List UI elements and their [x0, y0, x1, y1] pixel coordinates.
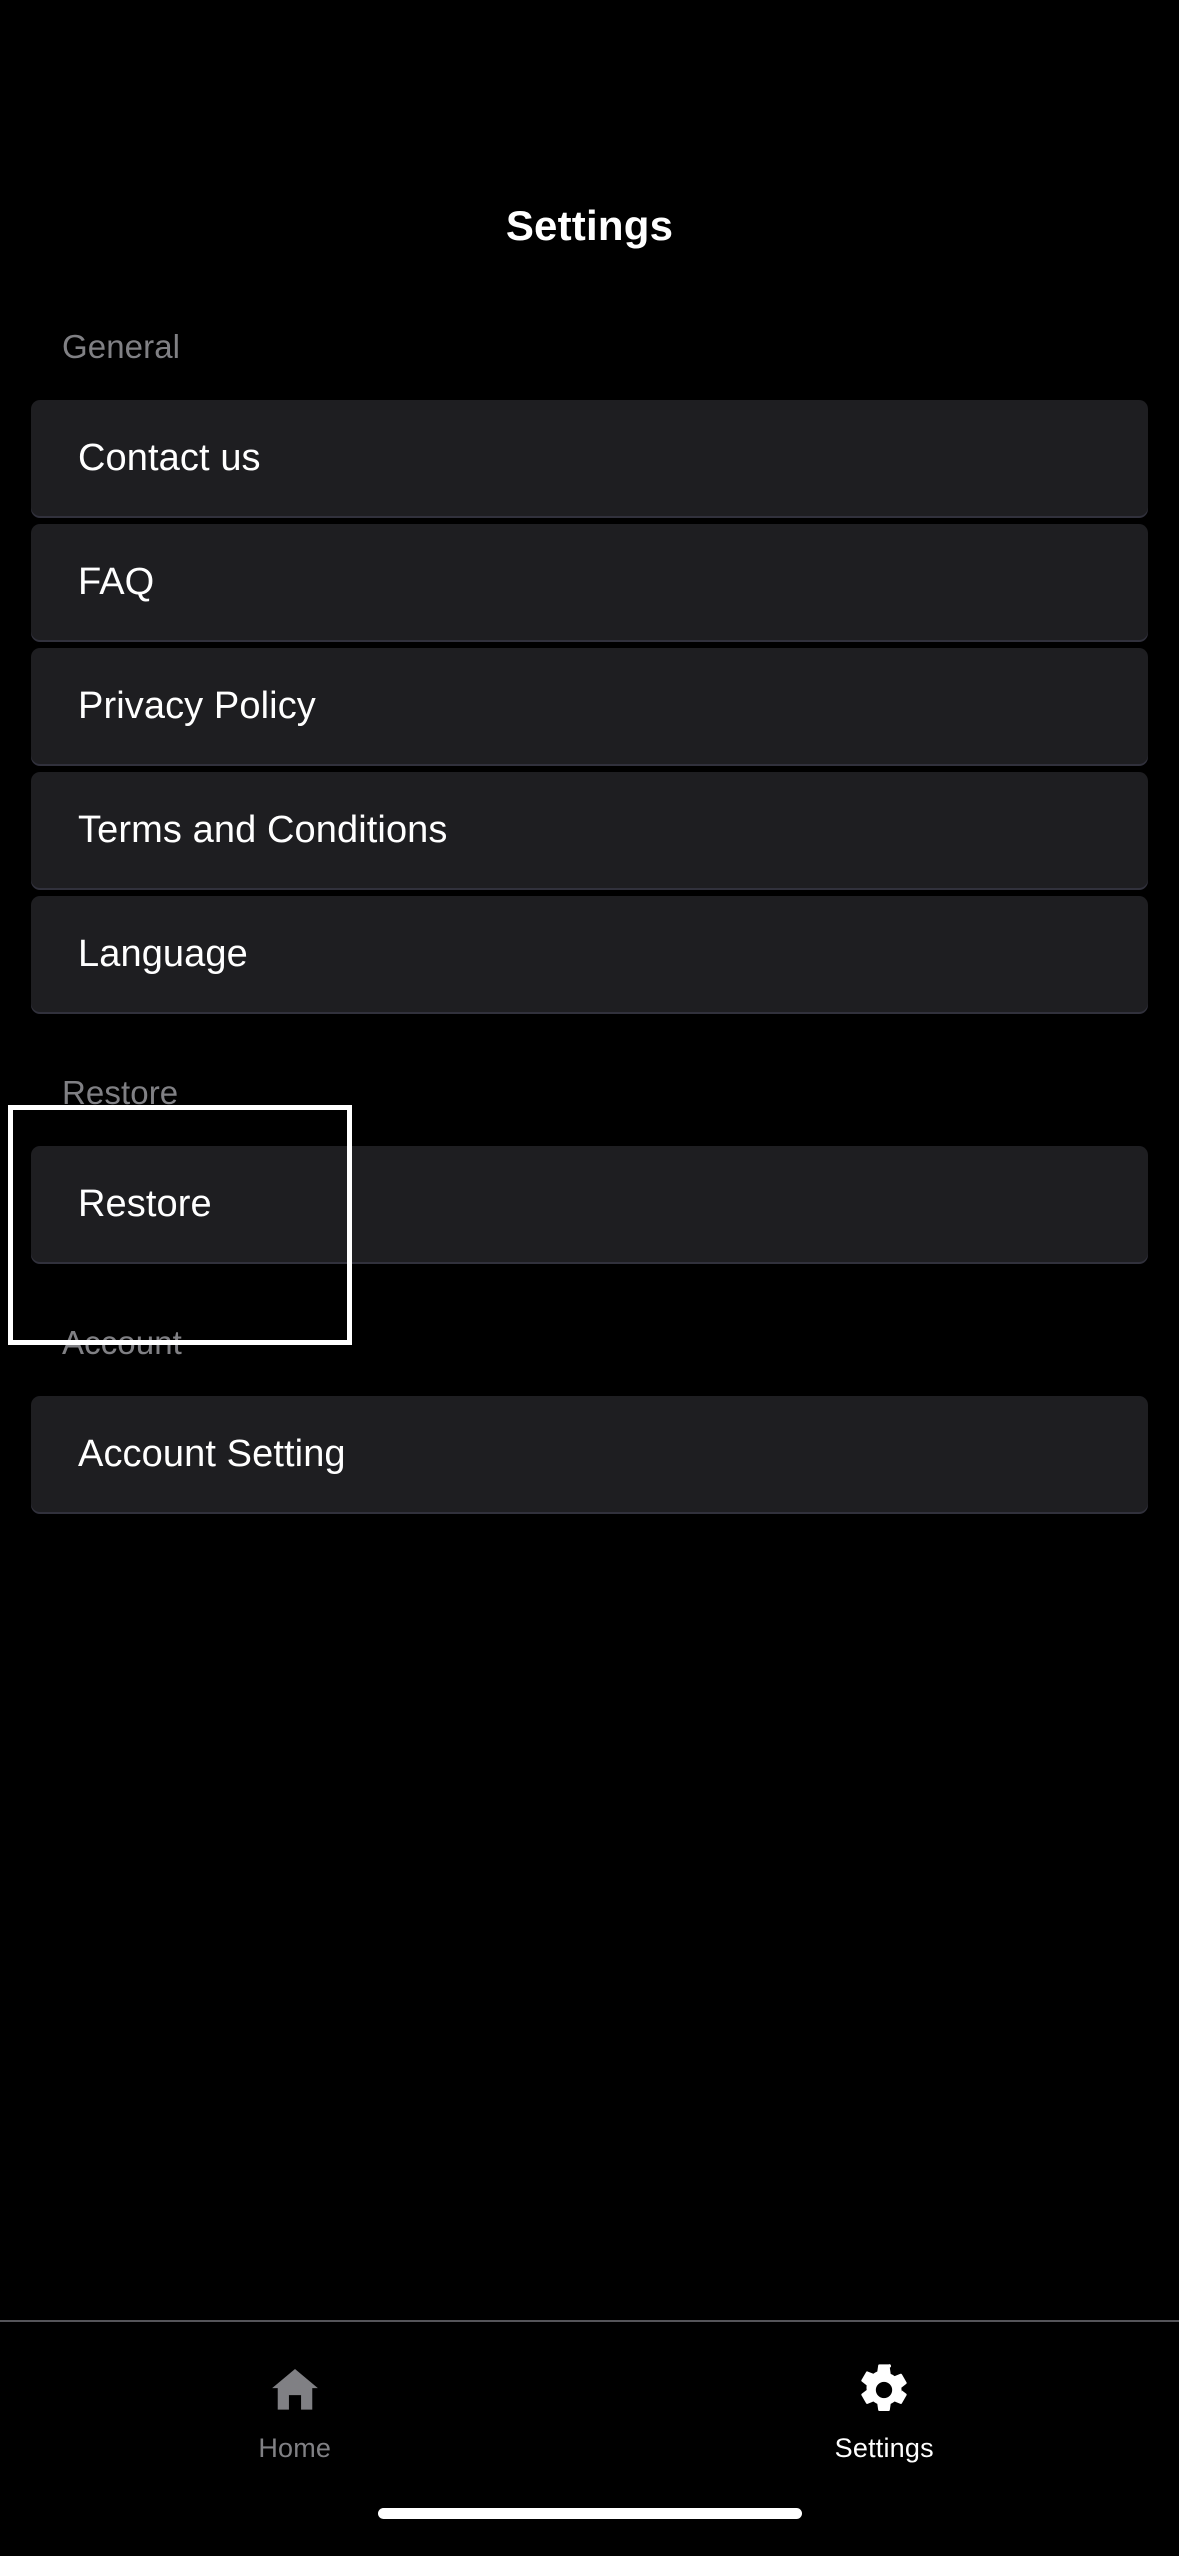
settings-screen: Settings General Contact us FAQ Privacy …	[0, 0, 1179, 2556]
section-header-general: General	[62, 328, 181, 365]
settings-row-label: Contact us	[78, 437, 261, 479]
settings-row-terms-and-conditions[interactable]: Terms and Conditions	[31, 772, 1148, 888]
settings-row-label: Terms and Conditions	[78, 809, 448, 851]
settings-row-contact-us[interactable]: Contact us	[31, 400, 1148, 516]
gear-icon	[856, 2362, 912, 2418]
settings-row-account-setting[interactable]: Account Setting	[31, 1396, 1148, 1512]
card-group-restore: Restore	[31, 1146, 1148, 1262]
settings-row-faq[interactable]: FAQ	[31, 524, 1148, 640]
home-indicator	[377, 2508, 802, 2519]
card-group-general: Contact us FAQ Privacy Policy Terms and …	[31, 400, 1148, 1012]
page-title: Settings	[505, 202, 674, 249]
tab-settings[interactable]: Settings	[590, 2322, 1179, 2556]
section-header-account: Account	[62, 1324, 182, 1361]
settings-row-label: Language	[78, 933, 248, 975]
settings-content: General Contact us FAQ Privacy Policy Te…	[0, 330, 1179, 1512]
tab-home[interactable]: Home	[0, 2322, 590, 2556]
tab-label-home: Home	[258, 2433, 332, 2463]
settings-row-label: Account Setting	[78, 1433, 346, 1475]
settings-row-label: Privacy Policy	[78, 685, 316, 727]
settings-row-label: FAQ	[78, 561, 155, 603]
tab-label-settings: Settings	[834, 2433, 934, 2463]
settings-row-privacy-policy[interactable]: Privacy Policy	[31, 648, 1148, 764]
section-header-restore: Restore	[62, 1074, 179, 1111]
settings-row-restore[interactable]: Restore	[31, 1146, 1148, 1262]
settings-row-label: Restore	[78, 1183, 212, 1225]
card-group-account: Account Setting	[31, 1396, 1148, 1512]
home-icon	[267, 2362, 323, 2418]
bottom-tab-bar: Home Settings	[0, 2322, 1179, 2556]
settings-row-language[interactable]: Language	[31, 896, 1148, 1012]
section-restore: Restore Restore	[0, 1076, 1179, 1262]
section-general: General Contact us FAQ Privacy Policy Te…	[0, 330, 1179, 1012]
section-account: Account Account Setting	[0, 1326, 1179, 1512]
